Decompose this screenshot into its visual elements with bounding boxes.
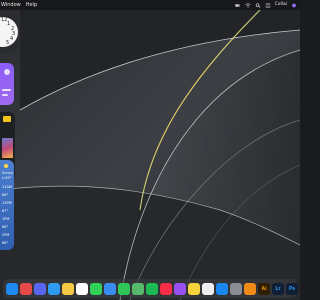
wifi-icon[interactable] — [244, 2, 251, 8]
notes-app[interactable] — [188, 282, 200, 295]
vlc-app[interactable] — [244, 282, 256, 295]
lightroom-app[interactable]: Lr — [272, 282, 284, 295]
wallpaper — [0, 0, 300, 300]
shortcuts-widget[interactable] — [0, 63, 14, 105]
weather-widget[interactable]: Sunny L:59° 11AM 66° 12PM 67° 1PM 68° 2P… — [0, 160, 14, 250]
battery-icon[interactable] — [234, 3, 241, 8]
siri-icon[interactable] — [291, 3, 297, 8]
hour-temp: 66° — [2, 193, 9, 197]
illustrator-app-label: Ai — [261, 285, 267, 292]
photos-app[interactable] — [62, 282, 74, 295]
desktop: Window Help Collai 12 1 2 3 4 5 Sunny L:… — [0, 0, 300, 300]
user-label[interactable]: Collai — [275, 0, 287, 10]
imdb-icon — [3, 116, 11, 122]
weather-condition: Sunny — [2, 171, 13, 175]
clock-number: 4 — [10, 36, 14, 42]
clock-number: 1 — [7, 21, 11, 27]
calendar-app[interactable] — [76, 282, 88, 295]
shortcut-line — [2, 89, 11, 91]
hour-temp: 68° — [2, 241, 9, 245]
mail-app[interactable] — [104, 282, 116, 295]
hour-label: 1PM — [2, 217, 10, 221]
menu-bar: Window Help Collai — [0, 0, 300, 10]
hour-temp: 68° — [2, 225, 9, 229]
hour-label: 12PM — [2, 201, 12, 205]
sun-icon — [4, 164, 8, 168]
search-icon[interactable] — [255, 2, 261, 8]
safari-app[interactable] — [48, 282, 60, 295]
poster-image — [2, 138, 13, 158]
photoshop-app-label: Ps — [288, 285, 296, 292]
menu-help[interactable]: Help — [26, 0, 37, 10]
spotify-app[interactable] — [146, 282, 158, 295]
messages-app[interactable] — [90, 282, 102, 295]
hour-label: 11AM — [2, 185, 12, 189]
finder-app[interactable] — [6, 282, 18, 295]
podcasts-app[interactable] — [174, 282, 186, 295]
facetime-app[interactable] — [118, 282, 130, 295]
weather-range: L:59° — [2, 176, 12, 180]
clock-face: 12 1 2 3 4 5 — [0, 17, 18, 47]
clock-widget[interactable]: 12 1 2 3 4 5 — [0, 13, 18, 53]
shortcut-line — [2, 94, 8, 96]
music-app[interactable] — [160, 282, 172, 295]
app-store-app[interactable] — [216, 282, 228, 295]
hour-temp: 67° — [2, 209, 9, 213]
discord-app[interactable] — [34, 282, 46, 295]
maps-app[interactable] — [132, 282, 144, 295]
lightroom-app-label: Lr — [275, 285, 281, 292]
dock: Ai Lr Ps — [3, 279, 298, 298]
settings-app[interactable] — [230, 282, 242, 295]
photoshop-app[interactable]: Ps — [286, 282, 298, 295]
clock-number: 5 — [6, 40, 10, 46]
menu-window[interactable]: Window — [1, 0, 21, 10]
launchpad-app[interactable] — [20, 282, 32, 295]
control-center-icon[interactable] — [265, 2, 271, 8]
shortcut-icon — [4, 69, 10, 75]
hour-label: 2PM — [2, 233, 10, 237]
reminders-app[interactable] — [202, 282, 214, 295]
illustrator-app[interactable]: Ai — [258, 282, 270, 295]
